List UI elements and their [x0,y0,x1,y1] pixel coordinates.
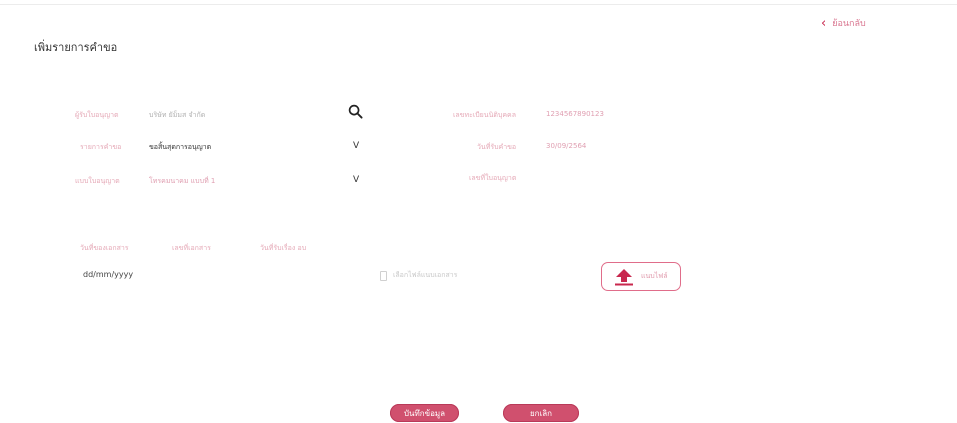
chevron-left-icon: ‹ [821,15,827,31]
cancel-button[interactable]: ยกเลิก [503,404,579,422]
top-divider [0,4,957,5]
licensee-field[interactable]: บริษัท ยัม็มส จำกัด [149,110,205,121]
form-type-select[interactable]: โทรคมนาคม แบบที่ 1 [149,176,215,187]
form-type-label: แบบใบอนุญาต [75,177,120,185]
upload-icon [615,268,633,285]
tab-document-number[interactable]: เลขที่เอกสาร [172,243,211,254]
reg-no-label: เลขทะเบียนนิติบุคคล [453,111,516,119]
document-date-input[interactable]: dd/mm/yyyy [83,270,133,279]
file-icon [380,270,387,281]
back-link[interactable]: ‹ ย้อนกลับ [821,16,866,30]
request-list-select[interactable]: ขอสิ้นสุดการอนุญาต [149,142,211,153]
received-date-value: 30/09/2564 [546,142,587,150]
form-type-dropdown-icon[interactable]: V [353,175,359,185]
upload-label: แนบไฟล์ [641,272,668,280]
file-picker[interactable]: เลือกไฟล์แนบเอกสาร [380,270,457,281]
reg-no-value: 1234567890123 [546,110,604,118]
page-title: เพิ่มรายการคำขอ [34,41,118,54]
back-label: ย้อนกลับ [832,19,866,29]
tab-received-date[interactable]: วันที่รับเรื่อง อบ [260,243,306,254]
licensee-label: ผู้รับใบอนุญาต [75,111,119,119]
tab-document-date[interactable]: วันที่ของเอกสาร [80,243,129,254]
request-list-label: รายการคำขอ [80,143,122,151]
request-list-dropdown-icon[interactable]: V [353,141,359,151]
file-picker-hint: เลือกไฟล์แนบเอกสาร [393,271,458,279]
upload-button[interactable]: แนบไฟล์ [601,262,681,291]
save-button[interactable]: บันทึกข้อมูล [390,404,459,422]
search-icon[interactable] [348,104,363,119]
license-no-label: เลขที่ใบอนุญาต [469,174,517,182]
received-date-label: วันที่รับคำขอ [477,143,517,151]
